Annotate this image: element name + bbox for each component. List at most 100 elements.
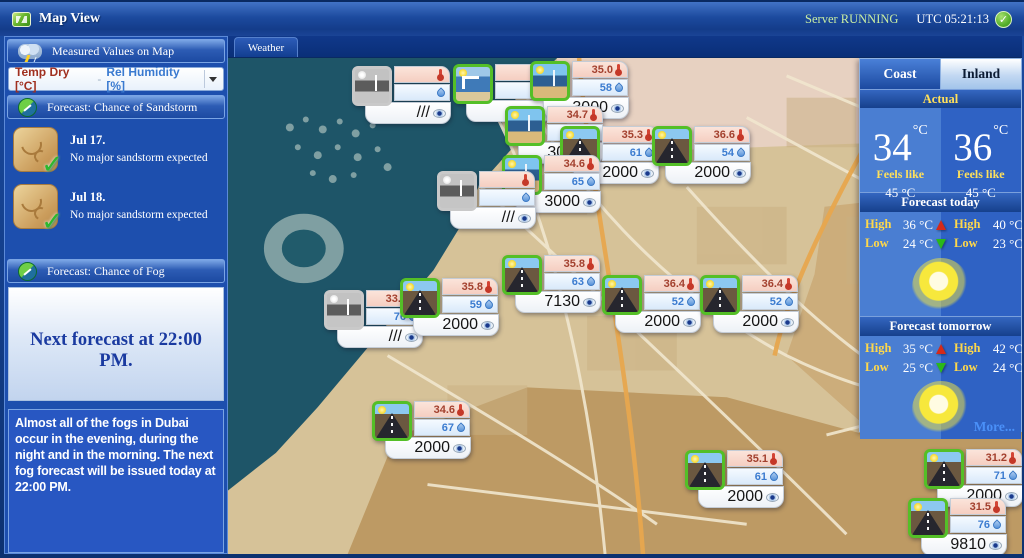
visibility-eye-icon [481, 321, 494, 330]
thermometer-icon [647, 129, 650, 138]
visibility-eye-icon [733, 169, 746, 178]
station-marker[interactable]: 36.4522000 [602, 275, 702, 339]
visibility-eye-icon [433, 109, 446, 118]
green-check-icon: ✓ [41, 207, 63, 237]
inland-feels-like-label: Feels like [957, 167, 1005, 182]
humidity-row: 61 [727, 468, 783, 485]
humidity-drop-icon [455, 422, 466, 433]
station-marker[interactable]: 34.6672000 [372, 401, 472, 465]
thermometer-icon [772, 453, 775, 462]
station-marker[interactable]: 35.1612000 [685, 450, 785, 514]
sun-icon [912, 381, 970, 439]
thermometer-icon [995, 501, 998, 510]
station-marker[interactable]: 36.4522000 [700, 275, 800, 339]
visibility-eye-icon [583, 198, 596, 207]
dropdown-arrow-icon[interactable] [204, 70, 221, 88]
tab-coast[interactable]: Coast [860, 59, 941, 89]
temperature-row: 34.6 [544, 155, 600, 172]
tab-weather[interactable]: Weather [234, 37, 298, 57]
station-marker[interactable]: /// [352, 66, 452, 130]
sun-dot-icon [508, 260, 516, 268]
road-station-icon [924, 449, 964, 489]
titlebar: Map View Server RUNNING UTC 05:21:13 ✓ [0, 0, 1024, 36]
temperature-row: 34.6 [414, 401, 470, 418]
temp-up-arrow-icon [936, 344, 946, 354]
dubai-map[interactable]: ///35.058300034.762300035.361200036.6542… [228, 58, 1022, 554]
station-marker[interactable]: 31.5769810 [908, 498, 1008, 554]
forecast-text: No major sandstorm expected [70, 152, 208, 164]
tomorrow-condition: More... [860, 379, 1021, 439]
beach-station-icon [505, 106, 545, 146]
sun-dot-icon [511, 111, 519, 119]
forecast-compass-icon [18, 98, 37, 117]
forecast-text: No major sandstorm expected [70, 209, 208, 221]
today-condition [860, 255, 1021, 316]
station-marker[interactable]: 35.8637130 [502, 255, 602, 319]
temperature-row [479, 171, 535, 188]
map-tabbar: Weather [228, 36, 1022, 58]
road-station-icon [908, 498, 948, 538]
forecast-tomorrow-header: Forecast tomorrow [860, 316, 1021, 336]
humidity-drop-icon [585, 176, 596, 187]
temp-up-arrow-icon [936, 220, 946, 230]
sandstorm-entry: ✓ Jul 17. No major sandstorm expected [13, 127, 219, 172]
humidity-row [479, 189, 535, 206]
sun-dot-icon [566, 131, 574, 139]
sun-dot-icon [658, 131, 666, 139]
road-station-icon [652, 126, 692, 166]
visibility-eye-icon [611, 104, 624, 113]
more-link[interactable]: More... [974, 419, 1015, 435]
coast-temperature: 34°C [873, 110, 928, 169]
humidity-row: 65 [544, 173, 600, 190]
thermometer-icon [487, 281, 490, 290]
forecast-date: Jul 17. [70, 133, 208, 148]
beach-station-icon [352, 66, 392, 106]
utc-time-text: UTC 05:21:13 [916, 12, 989, 27]
coast-actual-column: 34°C Feels like 45 °C [860, 108, 941, 192]
forecast-tomorrow-values: High35 °CHigh42 °C Low25 °CLow24 °C [860, 336, 1021, 379]
fog-forecast-label: Forecast: Chance of Fog [47, 264, 165, 279]
humidity-drop-icon [1007, 470, 1018, 481]
temperature-row: 35.8 [442, 278, 498, 295]
humidity-row: 59 [442, 296, 498, 313]
sun-dot-icon [358, 71, 366, 79]
humidity-drop-icon [483, 299, 494, 310]
thermometer-icon [689, 278, 692, 287]
forecast-compass-icon [18, 262, 37, 281]
map-values-dropdown[interactable]: Temp Dry [°C] - Rel Humidity [%] [8, 67, 224, 91]
sandstorm-icon: ✓ [13, 184, 58, 229]
sun-dot-icon [330, 295, 338, 303]
weather-summary-panel: Coast Inland Actual 34°C Feels like 45 °… [859, 58, 1022, 432]
road-station-icon [502, 255, 542, 295]
beach-station-icon [530, 61, 570, 101]
status-check-icon: ✓ [995, 11, 1012, 28]
road-station-icon [400, 278, 440, 318]
harbor-station-icon [453, 64, 493, 104]
thermometer-icon [617, 64, 620, 73]
thermometer-icon [439, 69, 442, 78]
temperature-row: 36.6 [694, 126, 750, 143]
temperature-row: 35.1 [727, 450, 783, 467]
sun-dot-icon [536, 66, 544, 74]
station-marker[interactable]: 35.8592000 [400, 278, 500, 342]
visibility-eye-icon [766, 493, 779, 502]
visibility-eye-icon [453, 444, 466, 453]
visibility-eye-icon [781, 318, 794, 327]
weather-cloud-icon [18, 44, 42, 59]
sun-dot-icon [691, 455, 699, 463]
sandstorm-entries: ✓ Jul 17. No major sandstorm expected ✓ … [5, 121, 227, 257]
humidity-drop-icon [685, 296, 696, 307]
beach-station-icon [437, 171, 477, 211]
actual-label: Actual [923, 92, 958, 107]
sun-dot-icon [378, 406, 386, 414]
temp-down-arrow-icon [936, 363, 946, 373]
humidity-drop-icon [520, 192, 531, 203]
humidity-row [394, 84, 450, 101]
humidity-drop-icon [991, 519, 1002, 530]
sun-dot-icon [706, 280, 714, 288]
tab-inland[interactable]: Inland [941, 59, 1021, 89]
station-marker[interactable]: /// [437, 171, 537, 235]
thermometer-icon [592, 109, 595, 118]
station-marker[interactable]: 36.6542000 [652, 126, 752, 190]
sandstorm-icon: ✓ [13, 127, 58, 172]
